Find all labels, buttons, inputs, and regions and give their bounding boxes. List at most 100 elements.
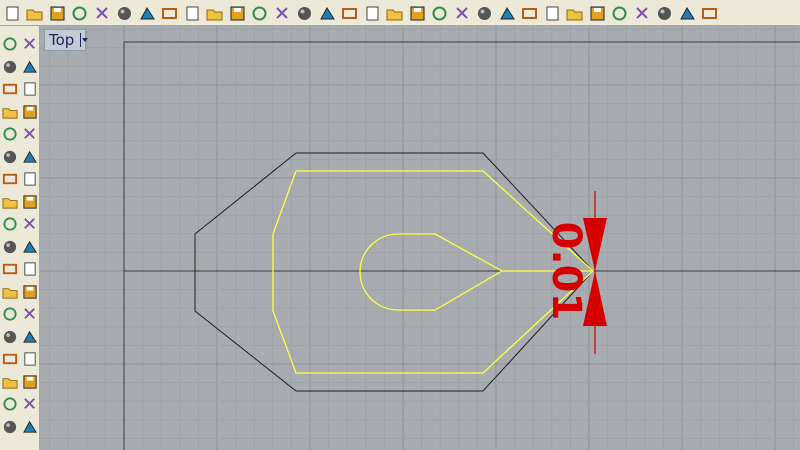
arc-tool[interactable]	[0, 102, 20, 122]
material-cone-tool[interactable]	[20, 417, 40, 437]
ghosted-sphere-icon	[590, 6, 604, 20]
material-button[interactable]	[520, 3, 540, 23]
layer-icon	[455, 6, 468, 19]
viewport-canvas[interactable]: 0.01	[40, 26, 800, 450]
car-button[interactable]	[385, 3, 405, 23]
check-tool[interactable]	[20, 394, 40, 414]
main-toolbar	[0, 0, 800, 26]
group-icon	[24, 262, 36, 276]
select-arrow-icon	[635, 6, 648, 19]
save-button[interactable]	[47, 3, 67, 23]
solid-sphere-tool[interactable]	[20, 169, 40, 189]
fillet-tool[interactable]	[20, 124, 40, 144]
solid-box-tool[interactable]	[0, 169, 20, 189]
pan-hand-icon	[206, 9, 223, 20]
scale-tool[interactable]	[20, 304, 40, 324]
array-icon	[23, 284, 37, 299]
solid-sphere-icon	[24, 172, 36, 186]
history-icon	[23, 374, 37, 389]
undo-button[interactable]	[182, 3, 202, 23]
surface-rail-tool[interactable]	[20, 147, 40, 167]
help-button[interactable]	[700, 3, 720, 23]
undo-view-button[interactable]	[340, 3, 360, 23]
circle-tool[interactable]	[0, 79, 20, 99]
boolean-tool[interactable]	[0, 259, 20, 279]
keyhole-slot-curve[interactable]	[359, 233, 504, 311]
offset-tool[interactable]	[20, 237, 40, 257]
transform-tool[interactable]	[0, 282, 20, 302]
array-tool[interactable]	[20, 282, 40, 302]
eye-button[interactable]	[407, 3, 427, 23]
top-viewport[interactable]: 0.01 Top	[40, 26, 800, 450]
mesh-tool[interactable]	[0, 192, 20, 212]
viewport-title-tab[interactable]: Top	[44, 29, 89, 51]
block-tool[interactable]	[0, 372, 20, 392]
align-tool[interactable]	[0, 327, 20, 347]
light-bulb-button[interactable]	[475, 3, 495, 23]
annotation-tool[interactable]	[20, 349, 40, 369]
open-folder-button[interactable]	[25, 3, 45, 23]
history-tool[interactable]	[20, 372, 40, 392]
rendered-sphere-button[interactable]	[610, 3, 630, 23]
group-tool[interactable]	[20, 259, 40, 279]
surface-edit-tool[interactable]	[20, 192, 40, 212]
curve-tool[interactable]	[0, 57, 20, 77]
rotate-icon	[3, 307, 17, 321]
rendered-sphere-icon	[612, 6, 627, 20]
viewport-layout-icon	[366, 6, 378, 20]
grid-snap-button[interactable]	[677, 3, 697, 23]
curve-free-tool[interactable]	[0, 124, 20, 144]
arc-icon	[2, 107, 18, 119]
car-icon	[386, 9, 403, 20]
point-cloud-tool[interactable]	[20, 34, 40, 54]
render-sphere-button[interactable]	[542, 3, 562, 23]
viewport-layout-button[interactable]	[362, 3, 382, 23]
explode-tool[interactable]	[0, 214, 20, 234]
rotate-tool[interactable]	[0, 304, 20, 324]
gear-icon	[658, 6, 671, 20]
export-button[interactable]	[92, 3, 112, 23]
lock-button[interactable]	[497, 3, 517, 23]
zoom-button[interactable]	[250, 3, 270, 23]
trim-tool[interactable]	[20, 214, 40, 234]
dimension-text: 0.01	[543, 222, 589, 321]
select-arrow-button[interactable]	[632, 3, 652, 23]
ghosted-sphere-button[interactable]	[587, 3, 607, 23]
check-icon	[24, 398, 35, 409]
zoom-window-button[interactable]	[272, 3, 292, 23]
explode-icon	[3, 217, 17, 231]
copy-button[interactable]	[137, 3, 157, 23]
viewport-menu-caret-icon[interactable]	[80, 33, 89, 47]
polyline-tool[interactable]	[20, 57, 40, 77]
print-button[interactable]	[70, 3, 90, 23]
gear-button[interactable]	[655, 3, 675, 23]
point-cloud-icon	[24, 38, 35, 49]
undo-icon	[186, 6, 198, 20]
render-tool[interactable]	[0, 417, 20, 437]
rectangle-tool[interactable]	[20, 102, 40, 122]
circle-3pt-tool[interactable]	[20, 79, 40, 99]
align-icon	[3, 330, 17, 343]
dimension-tool[interactable]	[0, 349, 20, 369]
join-tool[interactable]	[0, 237, 20, 257]
grid-snap-icon	[679, 6, 695, 19]
analyze-tool[interactable]	[0, 394, 20, 414]
named-views-button[interactable]	[430, 3, 450, 23]
point-tool[interactable]	[0, 34, 20, 54]
circle-3pt-icon	[24, 82, 36, 96]
zoom-extents-button[interactable]	[295, 3, 315, 23]
shaded-sphere-button[interactable]	[565, 3, 585, 23]
new-file-button[interactable]	[2, 3, 22, 23]
zoom-selected-button[interactable]	[317, 3, 337, 23]
mirror-tool[interactable]	[20, 327, 40, 347]
rectangle-icon	[23, 104, 37, 119]
mirror-icon	[23, 330, 37, 343]
paste-button[interactable]	[160, 3, 180, 23]
eye-icon	[410, 6, 424, 20]
rotate-view-button[interactable]	[227, 3, 247, 23]
viewport-title-label: Top	[49, 31, 75, 49]
cut-button[interactable]	[115, 3, 135, 23]
surface-tool[interactable]	[0, 147, 20, 167]
layer-button[interactable]	[452, 3, 472, 23]
pan-hand-button[interactable]	[205, 3, 225, 23]
